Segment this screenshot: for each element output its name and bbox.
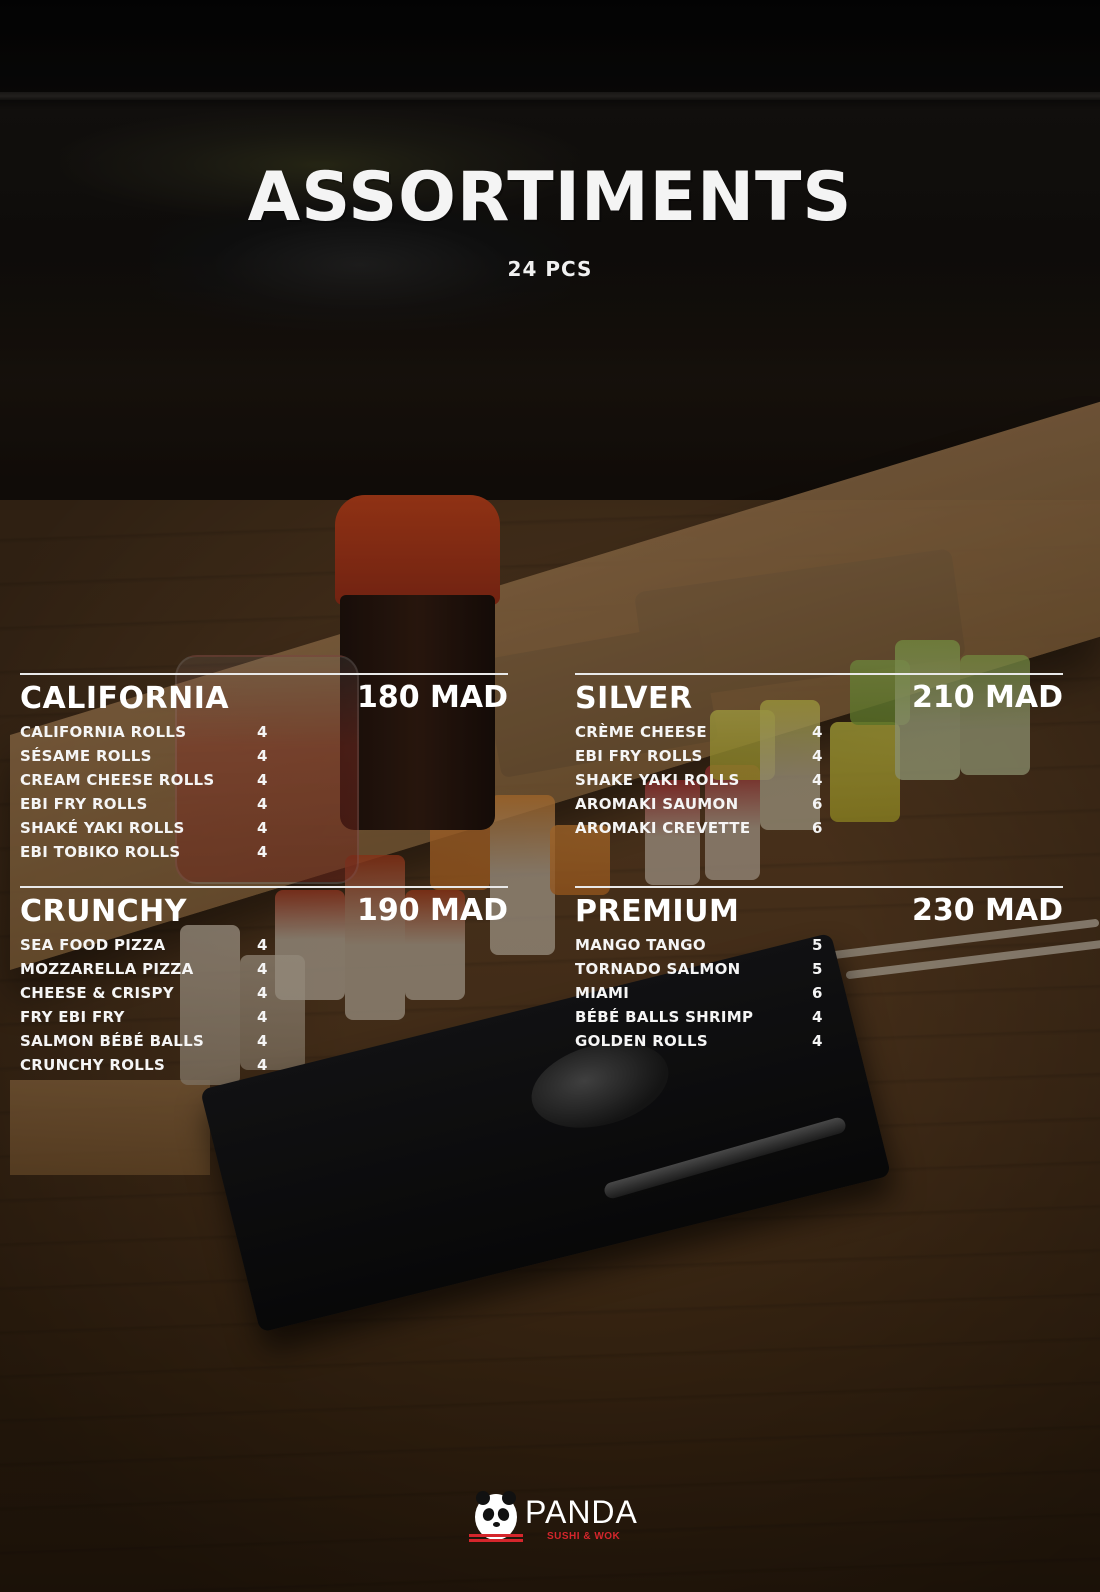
section-name: CALIFORNIA xyxy=(20,681,230,716)
item-name: EBI FRY ROLLS xyxy=(575,747,703,765)
item-quantity: 6 xyxy=(812,795,823,813)
item-name: SÉSAME ROLLS xyxy=(20,747,152,765)
item-list: SEA FOOD PIZZA 4 MOZZARELLA PIZZA 4 CHEESE… xyxy=(20,933,270,1077)
page-subtitle: 24 PCS xyxy=(507,257,593,281)
item-quantity: 4 xyxy=(257,843,268,861)
item-name: CHEESE & CRISPY xyxy=(20,984,174,1002)
item-quantity: 4 xyxy=(257,1008,268,1026)
item-name: MOZZARELLA PIZZA xyxy=(20,960,194,978)
menu-item: CRÈME CHEESE 4 xyxy=(575,720,825,744)
item-quantity: 4 xyxy=(257,747,268,765)
menu-item: GOLDEN ROLLS 4 xyxy=(575,1029,825,1053)
item-quantity: 5 xyxy=(812,936,823,954)
menu-item: SHAKE YAKI ROLLS 4 xyxy=(575,768,825,792)
menu-item: MOZZARELLA PIZZA 4 xyxy=(20,957,270,981)
menu-item: MANGO TANGO 5 xyxy=(575,933,825,957)
menu-item: CALIFORNIA ROLLS 4 xyxy=(20,720,270,744)
panda-nose xyxy=(493,1522,500,1527)
section-price: 190 MAD xyxy=(356,893,508,928)
item-name: BÉBÉ BALLS SHRIMP xyxy=(575,1008,754,1026)
item-name: SEA FOOD PIZZA xyxy=(20,936,166,954)
section-divider xyxy=(575,673,1063,675)
menu-item: EBI FRY ROLLS 4 xyxy=(575,744,825,768)
item-name: EBI FRY ROLLS xyxy=(20,795,148,813)
item-quantity: 4 xyxy=(257,819,268,837)
menu-item: CRUNCHY ROLLS 4 xyxy=(20,1053,270,1077)
item-name: CREAM CHEESE ROLLS xyxy=(20,771,215,789)
menu-item: MIAMI 6 xyxy=(575,981,825,1005)
brand-logo: PANDA SUSHI & WOK xyxy=(469,1491,645,1546)
item-name: MANGO TANGO xyxy=(575,936,706,954)
section-price: 180 MAD xyxy=(356,680,508,715)
item-quantity: 4 xyxy=(812,771,823,789)
section-divider xyxy=(575,886,1063,888)
item-name: MIAMI xyxy=(575,984,630,1002)
menu-item: FRY EBI FRY 4 xyxy=(20,1005,270,1029)
menu-item: EBI FRY ROLLS 4 xyxy=(20,792,270,816)
item-quantity: 4 xyxy=(812,723,823,741)
panda-eye xyxy=(481,1506,496,1523)
page-title: ASSORTIMENTS xyxy=(247,158,853,237)
section-divider xyxy=(20,673,508,675)
menu-item: EBI TOBIKO ROLLS 4 xyxy=(20,840,270,864)
item-quantity: 4 xyxy=(812,747,823,765)
panda-ear xyxy=(502,1491,516,1505)
brand-name: PANDA xyxy=(525,1494,638,1530)
section-price: 210 MAD xyxy=(911,680,1063,715)
menu-item: CREAM CHEESE ROLLS 4 xyxy=(20,768,270,792)
section-name: CRUNCHY xyxy=(20,894,187,929)
item-quantity: 5 xyxy=(812,960,823,978)
item-quantity: 4 xyxy=(812,1032,823,1050)
item-name: SHAKE YAKI ROLLS xyxy=(575,771,740,789)
section-divider xyxy=(20,886,508,888)
menu-item: BÉBÉ BALLS SHRIMP 4 xyxy=(575,1005,825,1029)
item-quantity: 6 xyxy=(812,819,823,837)
item-name: CALIFORNIA ROLLS xyxy=(20,723,187,741)
chopstick-mark xyxy=(469,1534,523,1537)
item-name: AROMAKI CREVETTE xyxy=(575,819,751,837)
item-name: CRUNCHY ROLLS xyxy=(20,1056,166,1074)
item-name: SALMON BÉBÉ BALLS xyxy=(20,1032,205,1050)
menu-item: TORNADO SALMON 5 xyxy=(575,957,825,981)
item-name: GOLDEN ROLLS xyxy=(575,1032,708,1050)
item-list: CRÈME CHEESE 4 EBI FRY ROLLS 4 SHAKE YAKI … xyxy=(575,720,825,840)
section-name: PREMIUM xyxy=(575,894,740,929)
item-quantity: 4 xyxy=(257,1056,268,1074)
item-quantity: 4 xyxy=(812,1008,823,1026)
item-name: FRY EBI FRY xyxy=(20,1008,125,1026)
item-list: MANGO TANGO 5 TORNADO SALMON 5 MIAMI 6 BÉBÉ… xyxy=(575,933,825,1053)
panda-ear xyxy=(476,1491,490,1505)
item-quantity: 4 xyxy=(257,771,268,789)
menu-item: SÉSAME ROLLS 4 xyxy=(20,744,270,768)
panda-icon xyxy=(469,1491,523,1542)
item-quantity: 4 xyxy=(257,795,268,813)
item-quantity: 6 xyxy=(812,984,823,1002)
section-name: SILVER xyxy=(575,681,693,716)
menu-item: AROMAKI SAUMON 6 xyxy=(575,792,825,816)
item-quantity: 4 xyxy=(257,936,268,954)
menu-item: SHAKÉ YAKI ROLLS 4 xyxy=(20,816,270,840)
item-name: AROMAKI SAUMON xyxy=(575,795,739,813)
item-quantity: 4 xyxy=(257,960,268,978)
chopstick-mark xyxy=(469,1539,523,1542)
item-name: EBI TOBIKO ROLLS xyxy=(20,843,181,861)
menu-item: SALMON BÉBÉ BALLS 4 xyxy=(20,1029,270,1053)
item-quantity: 4 xyxy=(257,723,268,741)
item-name: TORNADO SALMON xyxy=(575,960,741,978)
panda-eye xyxy=(496,1506,511,1523)
item-list: CALIFORNIA ROLLS 4 SÉSAME ROLLS 4 CREAM CH… xyxy=(20,720,270,864)
menu-item: SEA FOOD PIZZA 4 xyxy=(20,933,270,957)
section-price: 230 MAD xyxy=(911,893,1063,928)
menu-item: AROMAKI CREVETTE 6 xyxy=(575,816,825,840)
brand-tagline: SUSHI & WOK xyxy=(547,1531,621,1542)
item-quantity: 4 xyxy=(257,1032,268,1050)
item-name: SHAKÉ YAKI ROLLS xyxy=(20,819,185,837)
item-quantity: 4 xyxy=(257,984,268,1002)
item-name: CRÈME CHEESE xyxy=(575,723,707,741)
menu-item: CHEESE & CRISPY 4 xyxy=(20,981,270,1005)
